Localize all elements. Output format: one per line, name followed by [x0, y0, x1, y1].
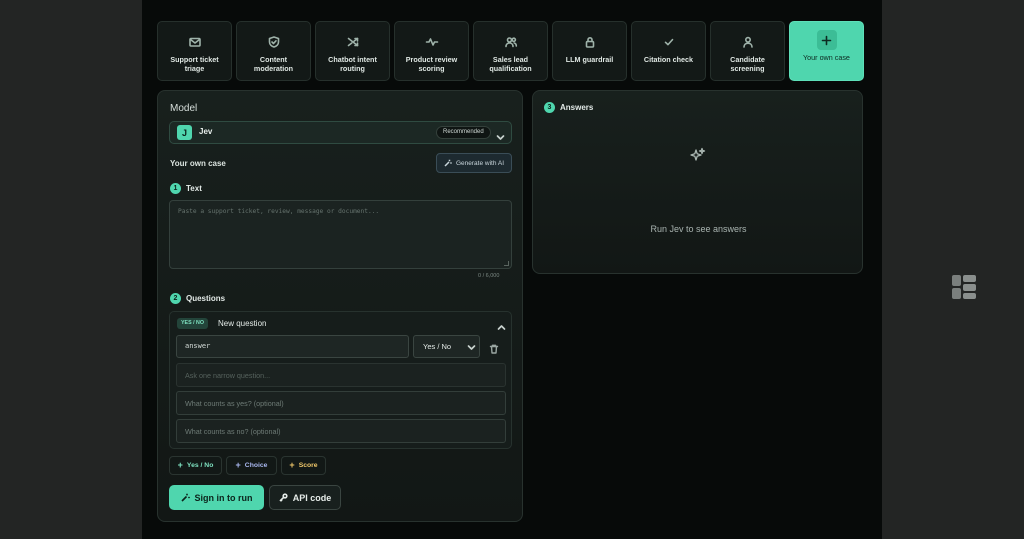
app-logo [951, 274, 977, 300]
tab-sales-lead-qualification[interactable]: Sales lead qualification [473, 21, 548, 81]
tab-label: Sales lead qualification [489, 55, 532, 73]
text-input[interactable]: Paste a support ticket, review, message … [169, 200, 512, 269]
plus-icon [816, 30, 837, 50]
generate-with-ai-button[interactable]: Generate with AI [436, 153, 512, 173]
chevron-down-icon [496, 129, 505, 140]
tab-llm-guardrail[interactable]: LLM guardrail [552, 21, 627, 81]
input-panel: Model J Jev Recommended Your own case Ge… [157, 90, 523, 522]
shuffle-icon [346, 35, 360, 49]
tab-label: Your own case [803, 53, 850, 62]
step-number: 1 [170, 183, 181, 194]
question-card: YES / NO New question answer Yes / No As… [169, 311, 512, 449]
api-code-button[interactable]: API code [269, 485, 341, 510]
model-avatar: J [177, 125, 192, 140]
use-case-tabs: Support ticket triage Content moderation… [157, 21, 864, 82]
questions-step-label: Questions [186, 294, 226, 303]
tab-candidate-screening[interactable]: Candidate screening [710, 21, 785, 81]
tab-label: Support ticket triage [170, 55, 219, 73]
sparkle-icon [690, 147, 706, 163]
add-choice-button[interactable]: + Choice [226, 456, 277, 475]
question-title[interactable]: New question [218, 319, 266, 328]
tab-citation-check[interactable]: Citation check [631, 21, 706, 81]
chevron-down-icon [467, 343, 476, 352]
add-score-label: Score [298, 462, 318, 469]
tab-product-review-scoring[interactable]: Product review scoring [394, 21, 469, 81]
text-step-label: Text [186, 184, 202, 193]
user-icon [741, 35, 755, 49]
section-title: Your own case [170, 159, 226, 168]
empty-state-message: Run Jev to see answers [650, 224, 747, 234]
plus-icon: + [177, 460, 183, 470]
model-label: Model [170, 103, 198, 114]
key-icon [279, 493, 288, 502]
type-value: Yes / No [423, 342, 452, 351]
text-placeholder: Paste a support ticket, review, message … [178, 208, 380, 215]
tab-label: Citation check [643, 55, 694, 64]
shield-icon [267, 35, 281, 49]
tab-your-own-case[interactable]: Your own case [789, 21, 864, 81]
step-number: 2 [170, 293, 181, 304]
add-choice-label: Choice [244, 462, 268, 469]
model-select[interactable]: J Jev Recommended [169, 121, 512, 144]
activity-icon [425, 35, 439, 49]
magic-wand-icon [180, 493, 190, 502]
magic-wand-icon [444, 159, 452, 167]
api-code-label: API code [292, 492, 332, 503]
tab-support-ticket-triage[interactable]: Support ticket triage [157, 21, 232, 81]
chevron-up-icon[interactable] [497, 319, 506, 330]
step-number: 3 [544, 102, 555, 113]
check-icon [662, 35, 676, 49]
plus-icon: + [289, 460, 295, 470]
users-icon [504, 35, 518, 49]
no-criteria-input[interactable]: What counts as no? (optional) [176, 419, 506, 443]
model-name: Jev [199, 127, 213, 136]
tab-chatbot-intent-routing[interactable]: Chatbot intent routing [315, 21, 390, 81]
tab-label: Product review scoring [405, 55, 458, 73]
generate-label: Generate with AI [455, 159, 505, 167]
question-type-badge: YES / NO [177, 318, 208, 329]
mail-icon [188, 35, 202, 49]
answer-key-input[interactable]: answer [176, 335, 409, 358]
tab-label: LLM guardrail [565, 55, 614, 64]
char-counter: 0 / 6,000 [478, 273, 500, 279]
trash-icon[interactable] [489, 341, 499, 354]
tab-content-moderation[interactable]: Content moderation [236, 21, 311, 81]
answers-panel: 3 Answers Run Jev to see answers [532, 90, 863, 274]
question-input[interactable]: Ask one narrow question... [176, 363, 506, 387]
tab-label: Candidate screening [730, 55, 765, 73]
add-score-button[interactable]: + Score [281, 456, 326, 475]
resize-handle[interactable] [504, 261, 509, 266]
plus-icon: + [235, 460, 241, 470]
sign-in-to-run-button[interactable]: Sign in to run [169, 485, 264, 510]
yes-criteria-input[interactable]: What counts as yes? (optional) [176, 391, 506, 415]
tab-label: Content moderation [253, 55, 294, 73]
recommended-badge: Recommended [436, 126, 491, 139]
answers-label: Answers [560, 103, 594, 112]
add-yes-no-label: Yes / No [186, 462, 214, 469]
sign-in-label: Sign in to run [194, 492, 253, 503]
tab-label: Chatbot intent routing [328, 55, 377, 73]
answer-type-select[interactable]: Yes / No [413, 335, 480, 358]
lock-icon [583, 35, 597, 49]
add-yes-no-button[interactable]: + Yes / No [169, 456, 222, 475]
